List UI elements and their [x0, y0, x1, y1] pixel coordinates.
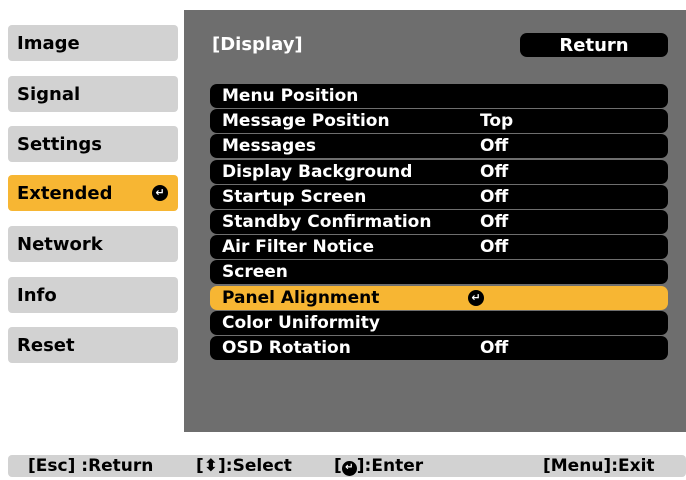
menu-item-label: Air Filter Notice	[222, 237, 374, 258]
menu-item-value: Off	[480, 161, 509, 182]
menu-item-label: Screen	[222, 262, 288, 283]
sidebar-item-network[interactable]: Network	[8, 226, 178, 262]
menu-item-osd-rotation[interactable]: OSD Rotation Off	[210, 335, 668, 360]
enter-icon: ↵	[341, 460, 357, 476]
sidebar-item-label: Signal	[17, 83, 81, 105]
menu-item-startup-screen[interactable]: Startup Screen Off	[210, 184, 668, 209]
menu-item-label: Message Position	[222, 111, 390, 132]
menu-item-color-uniformity[interactable]: Color Uniformity	[210, 310, 668, 335]
sidebar-item-reset[interactable]: Reset	[8, 327, 178, 363]
sidebar-item-extended[interactable]: Extended ↵	[8, 175, 178, 211]
menu-item-value: Off	[480, 237, 509, 258]
help-return: [Esc] :Return	[28, 456, 154, 476]
page-title: [Display]	[212, 34, 303, 55]
help-exit: [Menu]:Exit	[543, 456, 655, 476]
menu-item-value: Top	[480, 111, 514, 132]
sidebar-item-signal[interactable]: Signal	[8, 76, 178, 112]
sidebar-item-label: Reset	[17, 334, 75, 356]
sidebar-item-label: Network	[17, 233, 103, 255]
sidebar-item-label: Info	[17, 284, 57, 306]
enter-icon: ↵	[152, 185, 168, 201]
menu-item-message-position[interactable]: Message Position Top	[210, 109, 668, 134]
menu-item-label: Color Uniformity	[222, 312, 380, 333]
menu-item-messages[interactable]: Messages Off	[210, 134, 668, 159]
menu-item-air-filter-notice[interactable]: Air Filter Notice Off	[210, 235, 668, 260]
sidebar-item-label: Extended	[17, 182, 113, 204]
menu-item-label: Startup Screen	[222, 186, 367, 207]
menu-item-label: OSD Rotation	[222, 337, 351, 358]
menu-item-label: Display Background	[222, 161, 413, 182]
menu-item-value: Off	[480, 337, 509, 358]
help-select: [⬍]:Select	[196, 456, 292, 476]
enter-icon: ↵	[468, 289, 484, 306]
menu-item-value: Off	[480, 136, 509, 157]
menu-item-screen[interactable]: Screen	[210, 260, 668, 285]
sidebar-item-label: Settings	[17, 133, 102, 155]
menu-item-value: Off	[480, 211, 509, 232]
menu-item-label: Menu Position	[222, 86, 359, 106]
up-down-arrow-icon: ⬍	[203, 456, 219, 476]
sidebar-item-info[interactable]: Info	[8, 277, 178, 313]
menu-item-label: Messages	[222, 136, 316, 157]
help-enter: [↵]:Enter	[334, 456, 424, 476]
menu-item-menu-position[interactable]: Menu Position	[210, 84, 668, 108]
return-button[interactable]: Return	[520, 33, 668, 57]
sidebar-item-label: Image	[17, 32, 80, 54]
menu-item-standby-confirmation[interactable]: Standby Confirmation Off	[210, 209, 668, 234]
menu-item-display-background[interactable]: Display Background Off	[210, 159, 668, 184]
sidebar-item-settings[interactable]: Settings	[8, 126, 178, 162]
sidebar-item-image[interactable]: Image	[8, 25, 178, 61]
menu-item-value: Off	[480, 186, 509, 207]
menu-item-label: Standby Confirmation	[222, 211, 432, 232]
menu-list: Menu Position Message Position Top Messa…	[210, 84, 668, 361]
help-bar: [Esc] :Return [⬍]:Select [↵]:Enter [Menu…	[8, 455, 686, 477]
menu-item-panel-alignment[interactable]: Panel Alignment ↵	[210, 285, 668, 310]
menu-item-label: Panel Alignment	[222, 287, 380, 308]
